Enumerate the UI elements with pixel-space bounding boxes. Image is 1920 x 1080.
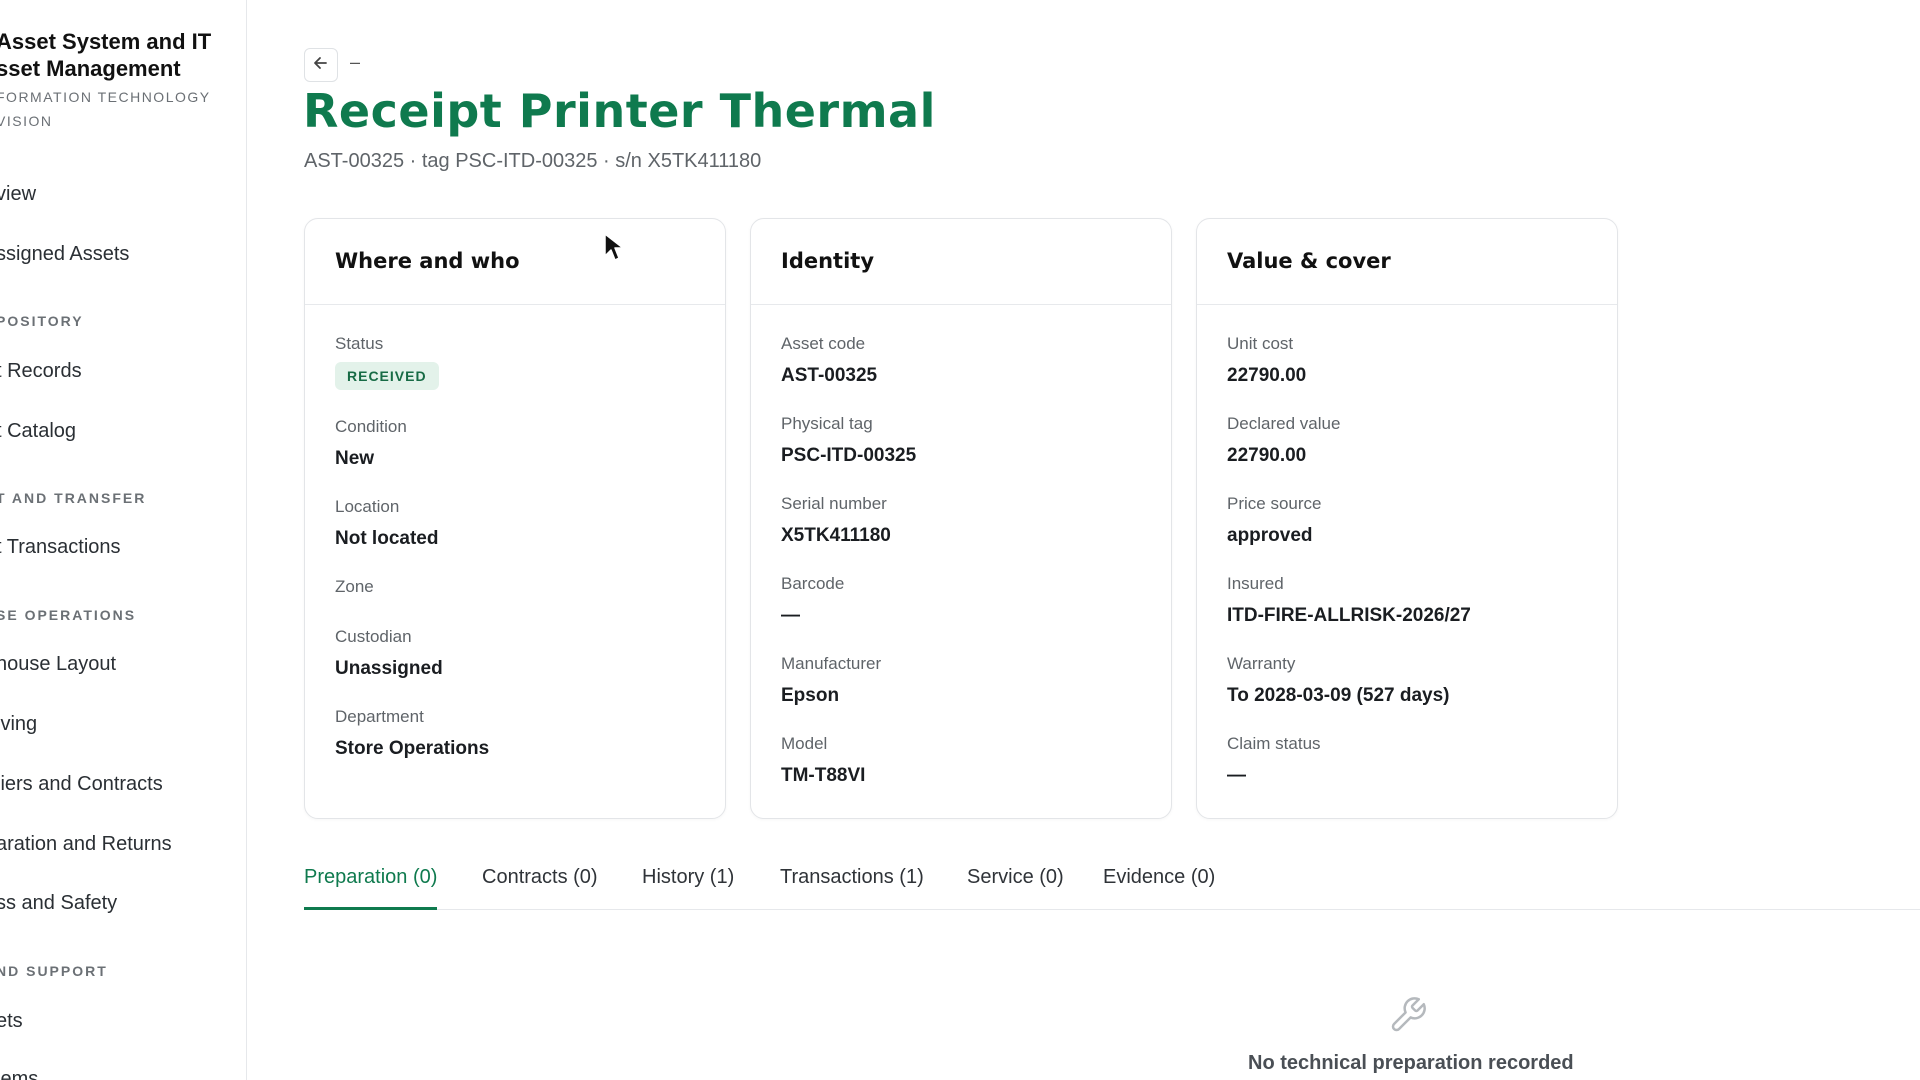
page-title: Receipt Printer Thermal [303,84,936,138]
field-value: TM-T88VI [781,765,866,786]
brand: Asset System and IT sset Management FORM… [0,28,246,133]
field-custodian: Custodian Unassigned [335,627,443,680]
sidebar-section-movement-transfer: T AND TRANSFER [0,490,147,506]
field-label: Warranty [1227,654,1296,673]
card-title: Identity [751,219,1171,305]
empty-state-message: No technical preparation recorded [1248,1052,1574,1074]
card-title: Where and who [305,219,725,305]
field-unit-cost: Unit cost 22790.00 [1227,334,1306,387]
tab-evidence[interactable]: Evidence (0) [1103,866,1215,910]
sidebar-item-asset-catalog[interactable]: t Catalog [0,420,76,443]
field-label: Zone [335,577,374,596]
card-identity: Identity Asset code AST-00325 Physical t… [750,218,1172,819]
field-value: approved [1227,525,1313,546]
field-label: Status [335,334,384,353]
field-label: Condition [335,417,407,436]
field-insured: Insured ITD-FIRE-ALLRISK-2026/27 [1227,574,1471,627]
sidebar-item-asset-transactions[interactable]: t Transactions [0,536,121,559]
field-value: New [335,448,375,469]
sidebar-item-warehouse-layout[interactable]: house Layout [0,653,116,676]
brand-title-line-2: sset Management [0,56,181,81]
field-value: AST-00325 [781,365,878,386]
field-value: 22790.00 [1227,365,1307,386]
field-value: To 2028-03-09 (527 days) [1227,685,1450,706]
field-label: Model [781,734,828,753]
brand-subtitle-line-1: FORMATION TECHNOLOGY [0,89,211,105]
field-label: Manufacturer [781,654,882,673]
tab-preparation[interactable]: Preparation (0) [304,866,438,910]
field-label: Asset code [781,334,866,353]
field-value: 22790.00 [1227,445,1307,466]
tab-transactions[interactable]: Transactions (1) [780,866,924,910]
field-price-source: Price source approved [1227,494,1321,547]
field-status: Status RECEIVED [335,334,439,390]
field-label: Claim status [1227,734,1321,753]
field-value: — [1227,765,1246,786]
tab-contracts[interactable]: Contracts (0) [482,866,598,910]
field-value: Store Operations [335,738,490,759]
field-warranty: Warranty To 2028-03-09 (527 days) [1227,654,1450,707]
wrench-icon [1388,995,1428,1035]
field-barcode: Barcode — [781,574,844,627]
field-zone: Zone [335,577,374,597]
field-label: Physical tag [781,414,873,433]
field-label: Department [335,707,424,726]
detail-tabs: Preparation (0) Contracts (0) History (1… [304,858,1920,910]
sidebar-section-help-support: ND SUPPORT [0,963,108,979]
field-label: Location [335,497,400,516]
sidebar-section-repository: POSITORY [0,313,84,329]
field-value: — [781,605,800,626]
mouse-cursor-icon [603,232,627,264]
field-label: Price source [1227,494,1322,513]
arrow-left-icon [312,54,330,77]
field-physical-tag: Physical tag PSC-ITD-00325 [781,414,916,467]
card-value-and-cover: Value & cover Unit cost 22790.00 Declare… [1196,218,1618,819]
field-declared-value: Declared value 22790.00 [1227,414,1340,467]
brand-title-line-1: Asset System and IT [0,29,212,54]
field-value: Epson [781,685,840,706]
sidebar-item-access-safety[interactable]: ss and Safety [0,892,117,915]
sidebar-item-assigned-assets[interactable]: ssigned Assets [0,243,129,266]
sidebar-item-preparation-returns[interactable]: aration and Returns [0,833,172,856]
sidebar: Asset System and IT sset Management FORM… [0,0,247,1080]
field-value: ITD-FIRE-ALLRISK-2026/27 [1227,605,1471,626]
page-subtitle: AST-00325 · tag PSC-ITD-00325 · s/n X5TK… [304,150,762,172]
sidebar-section-warehouse-operations: SE OPERATIONS [0,607,137,623]
status-badge: RECEIVED [335,362,439,390]
field-serial-number: Serial number X5TK411180 [781,494,891,547]
tab-history[interactable]: History (1) [642,866,734,910]
brand-subtitle-line-2: VISION [0,113,53,129]
field-model: Model TM-T88VI [781,734,865,787]
field-label: Custodian [335,627,412,646]
field-label: Unit cost [1227,334,1294,353]
sidebar-item-overview[interactable]: view [0,183,36,206]
sidebar-item-receiving[interactable]: iving [0,713,37,736]
field-value: PSC-ITD-00325 [781,445,917,466]
field-manufacturer: Manufacturer Epson [781,654,881,707]
tab-service[interactable]: Service (0) [967,866,1064,910]
card-title: Value & cover [1197,219,1617,305]
field-condition: Condition New [335,417,407,470]
sidebar-item-tickets[interactable]: ets [0,1010,23,1033]
field-location: Location Not located [335,497,438,550]
breadcrumb-placeholder: – [350,52,361,72]
field-label: Barcode [781,574,845,593]
field-label: Insured [1227,574,1284,593]
field-department: Department Store Operations [335,707,489,760]
field-claim-status: Claim status — [1227,734,1321,787]
field-value: Not located [335,528,439,549]
field-value: Unassigned [335,658,443,679]
sidebar-item-asset-records[interactable]: t Records [0,360,82,383]
field-asset-code: Asset code AST-00325 [781,334,877,387]
back-button[interactable] [304,48,338,82]
field-value: X5TK411180 [781,525,891,546]
card-where-and-who: Where and who Status RECEIVED Condition … [304,218,726,819]
field-label: Serial number [781,494,887,513]
field-label: Declared value [1227,414,1341,433]
sidebar-item-suppliers-contracts[interactable]: liers and Contracts [0,773,163,796]
sidebar-item-problems[interactable]: lems [0,1068,38,1080]
